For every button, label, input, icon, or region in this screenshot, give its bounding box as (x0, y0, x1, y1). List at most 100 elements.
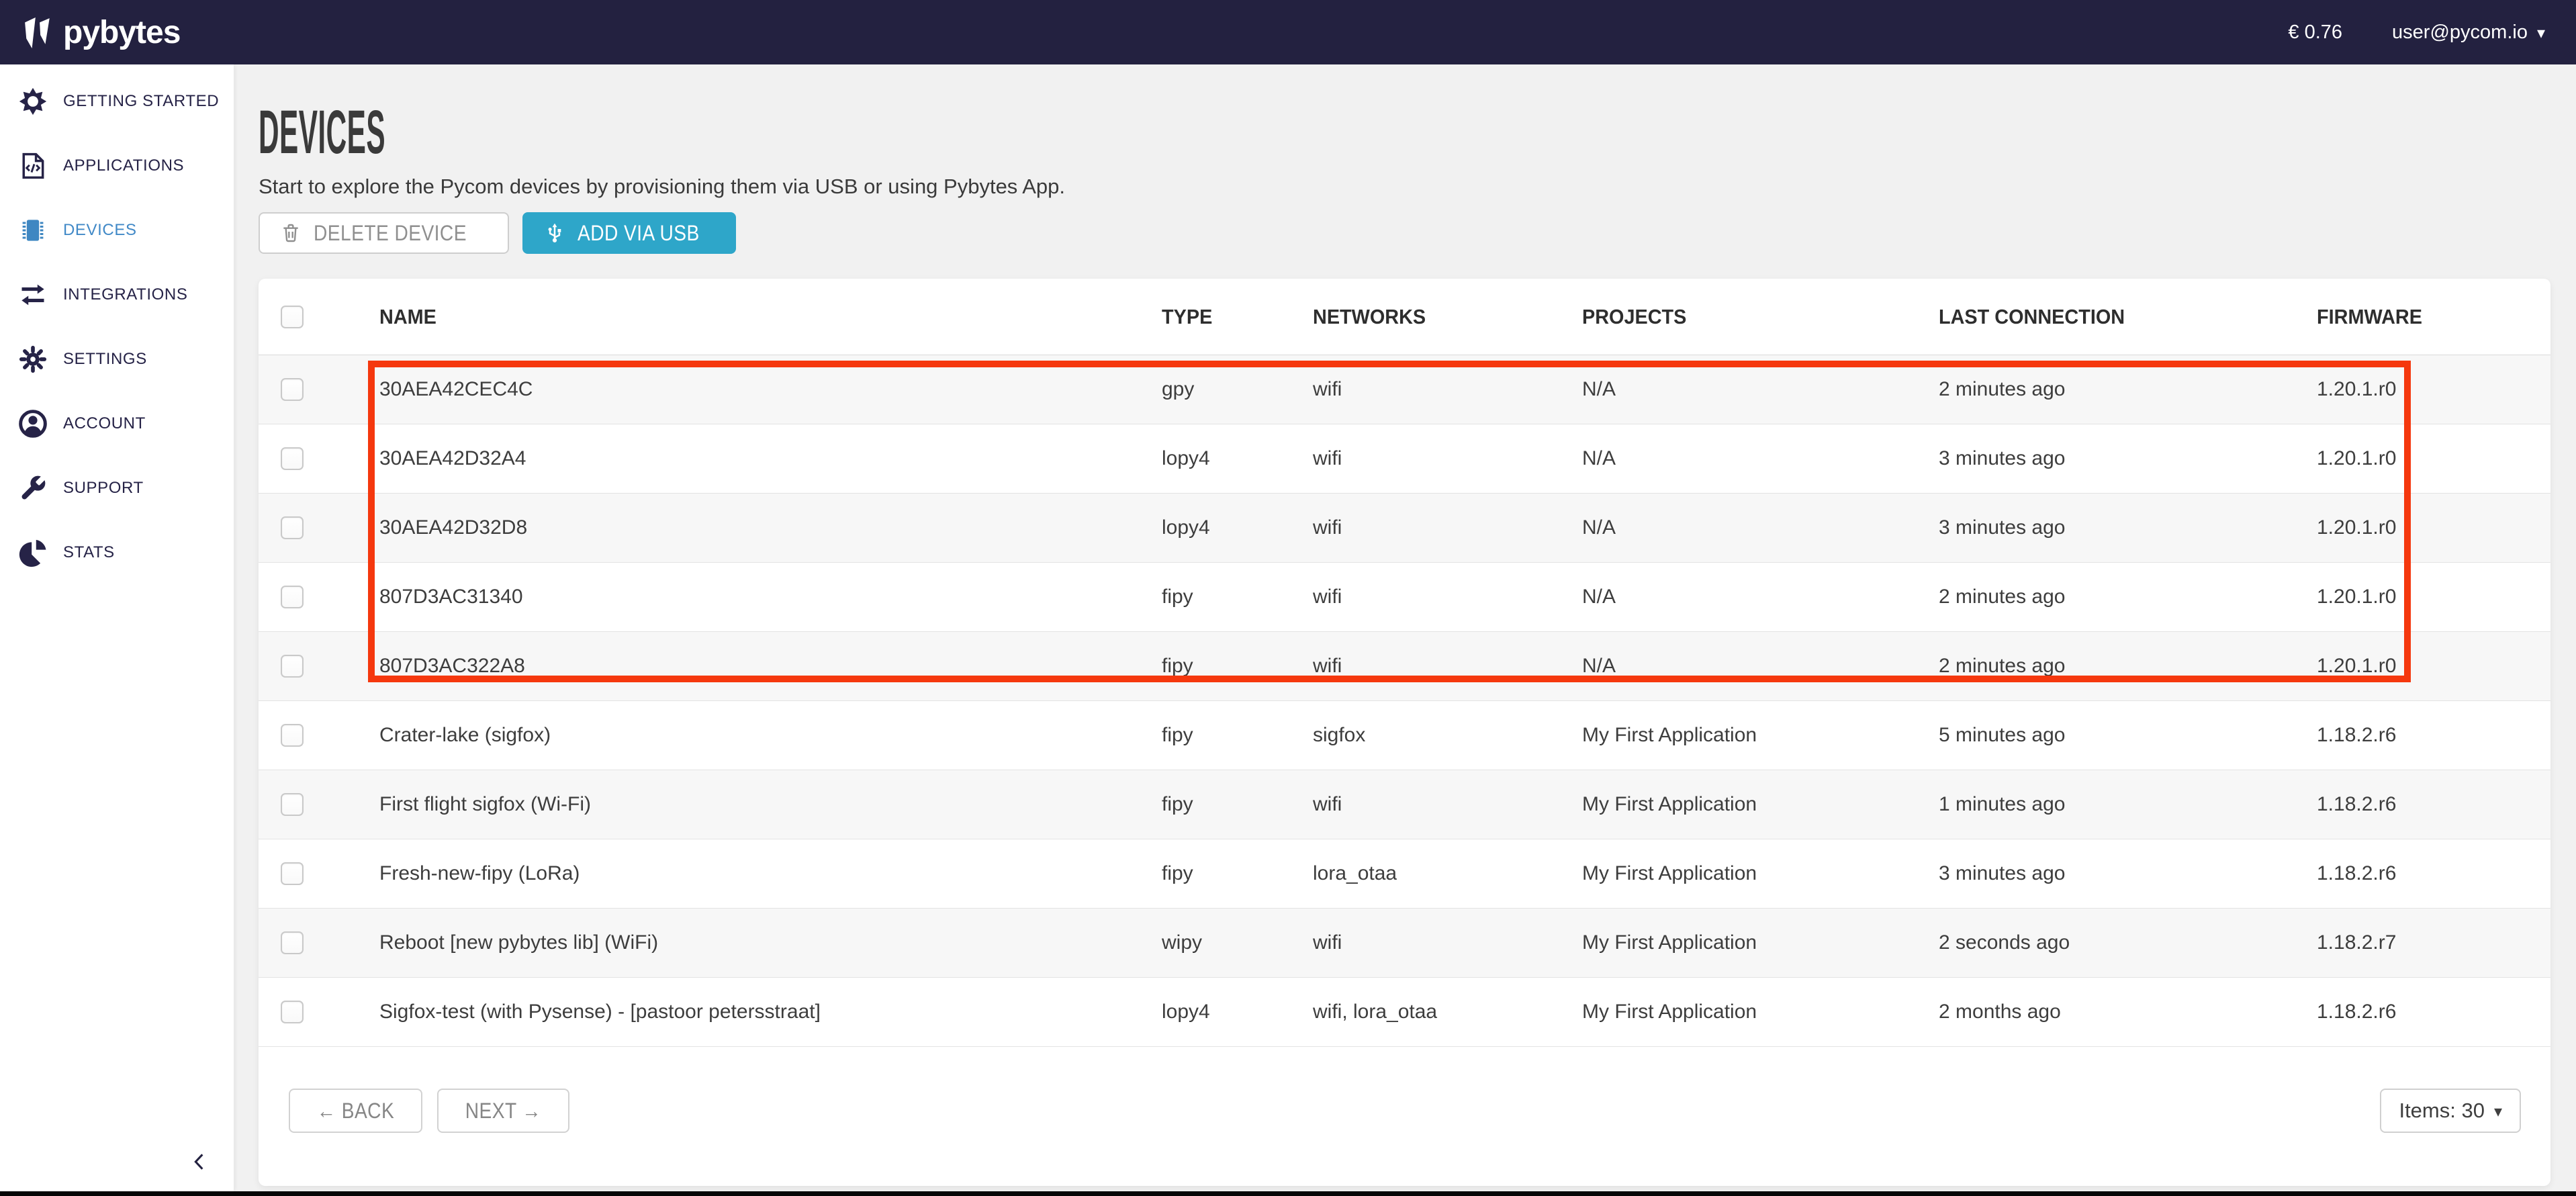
table-row[interactable]: 30AEA42D32D8 lopy4 wifi N/A 3 minutes ag… (259, 494, 2550, 563)
table-row[interactable]: First flight sigfox (Wi-Fi) fipy wifi My… (259, 770, 2550, 839)
sidebar-item-label: GETTING STARTED (63, 92, 219, 111)
row-checkbox[interactable] (281, 724, 304, 747)
cell-name: Fresh-new-fipy (LoRa) (379, 862, 1162, 885)
row-checkbox[interactable] (281, 655, 304, 678)
table-row[interactable]: 807D3AC322A8 fipy wifi N/A 2 minutes ago… (259, 632, 2550, 701)
cell-projects: My First Application (1582, 793, 1939, 816)
cell-projects: N/A (1582, 586, 1939, 608)
sidebar-nav: GETTING STARTED APPLICATIONS (0, 64, 234, 585)
table-row[interactable]: Fresh-new-fipy (LoRa) fipy lora_otaa My … (259, 839, 2550, 909)
cell-last-connection: 2 seconds ago (1939, 931, 2317, 954)
caret-down-icon: ▾ (2494, 1104, 2502, 1120)
row-checkbox[interactable] (281, 793, 304, 816)
cell-type: gpy (1162, 378, 1313, 401)
cell-networks: lora_otaa (1313, 862, 1582, 885)
cell-firmware: 1.20.1.r0 (2317, 586, 2550, 608)
brand-logo[interactable]: pybytes (23, 13, 180, 51)
cell-networks: wifi (1313, 516, 1582, 539)
cell-firmware: 1.18.2.r6 (2317, 724, 2550, 747)
row-checkbox[interactable] (281, 931, 304, 954)
devices-table-card: NAME TYPE NETWORKS PROJECTS LAST CONNECT… (259, 279, 2550, 1186)
cell-projects: My First Application (1582, 724, 1939, 747)
main-content: DEVICES Start to explore the Pycom devic… (234, 64, 2576, 1196)
table-row[interactable]: Crater-lake (sigfox) fipy sigfox My Firs… (259, 701, 2550, 770)
cell-projects: N/A (1582, 516, 1939, 539)
row-checkbox[interactable] (281, 378, 304, 401)
cell-last-connection: 2 minutes ago (1939, 378, 2317, 401)
user-menu[interactable]: user@pycom.io ▾ (2392, 21, 2545, 44)
table-row[interactable]: 30AEA42CEC4C gpy wifi N/A 2 minutes ago … (259, 355, 2550, 424)
delete-device-label: DELETE DEVICE (314, 221, 467, 246)
pagination-buttons: ← BACK NEXT → (289, 1089, 569, 1133)
cell-firmware: 1.20.1.r0 (2317, 655, 2550, 678)
sidebar-item-getting-started[interactable]: GETTING STARTED (0, 69, 234, 134)
table-row[interactable]: 807D3AC31340 fipy wifi N/A 2 minutes ago… (259, 563, 2550, 632)
cell-networks: wifi (1313, 793, 1582, 816)
items-per-page-dropdown[interactable]: Items: 30 ▾ (2380, 1089, 2521, 1133)
sidebar-item-devices[interactable]: DEVICES (0, 198, 234, 263)
table-row[interactable]: Reboot [new pybytes lib] (WiFi) wipy wif… (259, 909, 2550, 978)
cell-name: Sigfox-test (with Pysense) - [pastoor pe… (379, 1001, 1162, 1023)
user-email: user@pycom.io (2392, 21, 2528, 44)
cell-networks: sigfox (1313, 724, 1582, 747)
cell-last-connection: 1 minutes ago (1939, 793, 2317, 816)
cell-projects: N/A (1582, 378, 1939, 401)
pybytes-logo-icon (23, 13, 54, 51)
cell-type: wipy (1162, 931, 1313, 954)
next-button[interactable]: NEXT → (437, 1089, 569, 1133)
table-row[interactable]: Sigfox-test (with Pysense) - [pastoor pe… (259, 978, 2550, 1047)
sidebar-item-label: STATS (63, 543, 115, 562)
select-all-checkbox[interactable] (281, 306, 304, 328)
cell-firmware: 1.18.2.r6 (2317, 862, 2550, 885)
row-checkbox[interactable] (281, 516, 304, 539)
sidebar-item-label: DEVICES (63, 221, 137, 240)
sidebar-item-integrations[interactable]: INTEGRATIONS (0, 263, 234, 327)
delete-device-button[interactable]: DELETE DEVICE (259, 212, 509, 254)
cell-projects: N/A (1582, 655, 1939, 678)
column-header-last-connection: LAST CONNECTION (1939, 305, 2317, 329)
column-header-name: NAME (379, 305, 1162, 329)
row-checkbox[interactable] (281, 862, 304, 885)
column-header-type: TYPE (1162, 305, 1313, 329)
chevron-left-icon (189, 1148, 211, 1175)
sidebar-item-label: APPLICATIONS (63, 156, 184, 175)
cell-name: 30AEA42D32D8 (379, 516, 1162, 539)
topbar-right: € 0.76 user@pycom.io ▾ (2288, 21, 2545, 44)
cell-last-connection: 5 minutes ago (1939, 724, 2317, 747)
cell-firmware: 1.18.2.r6 (2317, 793, 2550, 816)
cell-type: lopy4 (1162, 1001, 1313, 1023)
column-header-projects: PROJECTS (1582, 305, 1939, 329)
cell-projects: My First Application (1582, 931, 1939, 954)
cell-networks: wifi (1313, 447, 1582, 470)
row-checkbox[interactable] (281, 586, 304, 608)
cell-name: Crater-lake (sigfox) (379, 724, 1162, 747)
sidebar-item-applications[interactable]: APPLICATIONS (0, 134, 234, 198)
cell-firmware: 1.20.1.r0 (2317, 447, 2550, 470)
page-subtitle: Start to explore the Pycom devices by pr… (259, 175, 2556, 199)
sidebar-item-account[interactable]: ACCOUNT (0, 392, 234, 456)
cell-type: fipy (1162, 655, 1313, 678)
cell-firmware: 1.18.2.r7 (2317, 931, 2550, 954)
user-icon (17, 408, 48, 439)
cell-networks: wifi (1313, 655, 1582, 678)
row-checkbox[interactable] (281, 447, 304, 470)
cell-type: fipy (1162, 862, 1313, 885)
add-via-usb-button[interactable]: ADD VIA USB (522, 212, 736, 254)
trash-icon (280, 222, 302, 244)
cell-networks: wifi (1313, 931, 1582, 954)
sidebar-item-support[interactable]: SUPPORT (0, 456, 234, 520)
sidebar-collapse-button[interactable] (187, 1147, 214, 1177)
add-via-usb-label: ADD VIA USB (578, 221, 700, 246)
cell-last-connection: 2 minutes ago (1939, 586, 2317, 608)
back-button[interactable]: ← BACK (289, 1089, 422, 1133)
table-row[interactable]: 30AEA42D32A4 lopy4 wifi N/A 3 minutes ag… (259, 424, 2550, 494)
wrench-icon (17, 473, 48, 504)
sidebar-item-stats[interactable]: STATS (0, 520, 234, 585)
cell-name: 30AEA42CEC4C (379, 378, 1162, 401)
pagination-bar: ← BACK NEXT → Items: 30 ▾ (259, 1089, 2550, 1133)
swap-arrows-icon (17, 279, 48, 310)
pybytes-app: pybytes € 0.76 user@pycom.io ▾ GETTING S… (0, 0, 2576, 1196)
row-checkbox[interactable] (281, 1001, 304, 1023)
sidebar-item-settings[interactable]: SETTINGS (0, 327, 234, 392)
cell-name: Reboot [new pybytes lib] (WiFi) (379, 931, 1162, 954)
